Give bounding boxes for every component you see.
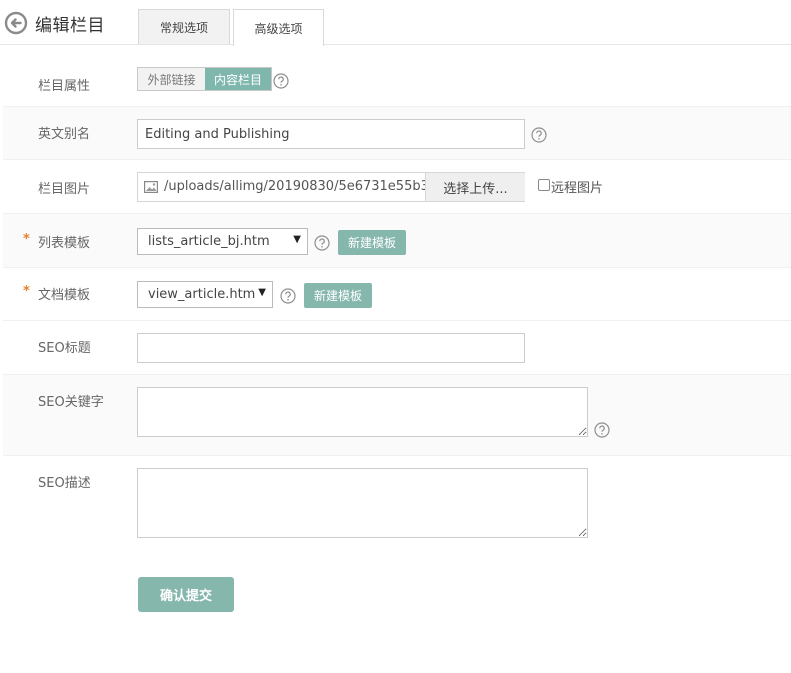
row-seo-description: SEO描述 [3,456,791,556]
row-seo-keywords: SEO关键字 [3,375,791,456]
chevron-down-icon: ▼ [293,234,301,245]
row-list-template: * 列表模板 lists_article_bj.htm ▼ 新建模板 [3,214,791,268]
row-seo-title: SEO标题 [3,321,791,375]
chevron-down-icon: ▼ [258,287,266,298]
seo-title-input[interactable] [137,333,525,363]
required-mark: * [23,284,30,299]
page-title: 编辑栏目 [35,16,105,36]
seo-keywords-label: SEO关键字 [38,395,104,410]
back-arrow-icon [4,11,28,35]
seo-keywords-textarea[interactable] [137,387,588,437]
attribute-label: 栏目属性 [38,79,91,94]
seo-description-textarea[interactable] [137,468,588,538]
doc-template-select[interactable]: view_article.htm ▼ [137,281,273,308]
attribute-toggle: 外部链接 内容栏目 [137,67,272,91]
back-button[interactable] [4,11,28,35]
submit-button[interactable]: 确认提交 [138,577,234,612]
help-icon[interactable] [531,127,547,143]
help-icon[interactable] [594,422,610,438]
image-icon [144,181,158,193]
remote-image-label[interactable]: 远程图片 [551,177,603,196]
doc-template-label: 文档模板 [38,288,91,303]
tab-advanced-options[interactable]: 高级选项 [233,9,324,46]
alias-label: 英文别名 [38,127,91,142]
image-file-field: /uploads/allimg/20190830/5e6731e55b3c 选择… [137,172,525,202]
new-doc-template-button[interactable]: 新建模板 [304,283,372,308]
row-attribute: 栏目属性 外部链接 内容栏目 [3,57,791,107]
doc-template-value: view_article.htm [148,287,256,302]
seo-title-label: SEO标题 [38,341,91,356]
remote-image-checkbox[interactable] [538,179,550,191]
help-icon[interactable] [273,73,289,89]
help-icon[interactable] [280,288,296,304]
list-template-label: 列表模板 [38,236,91,251]
upload-button[interactable]: 选择上传... [425,173,525,201]
new-list-template-button[interactable]: 新建模板 [338,230,406,255]
help-icon[interactable] [314,235,330,251]
required-mark: * [23,232,30,247]
list-template-select[interactable]: lists_article_bj.htm ▼ [137,228,308,255]
row-image: 栏目图片 /uploads/allimg/20190830/5e6731e55b… [3,160,791,214]
list-template-value: lists_article_bj.htm [148,234,270,249]
page-header: 编辑栏目 常规选项 高级选项 [0,0,791,46]
row-doc-template: * 文档模板 view_article.htm ▼ 新建模板 [3,268,791,321]
option-external-link[interactable]: 外部链接 [138,68,205,90]
alias-input[interactable] [137,119,525,149]
seo-description-label: SEO描述 [38,476,91,491]
row-alias: 英文别名 [3,107,791,160]
image-label: 栏目图片 [38,182,91,197]
option-content-column[interactable]: 内容栏目 [205,68,271,90]
tab-general-options[interactable]: 常规选项 [138,9,230,45]
image-path-text[interactable]: /uploads/allimg/20190830/5e6731e55b3c [164,179,425,194]
